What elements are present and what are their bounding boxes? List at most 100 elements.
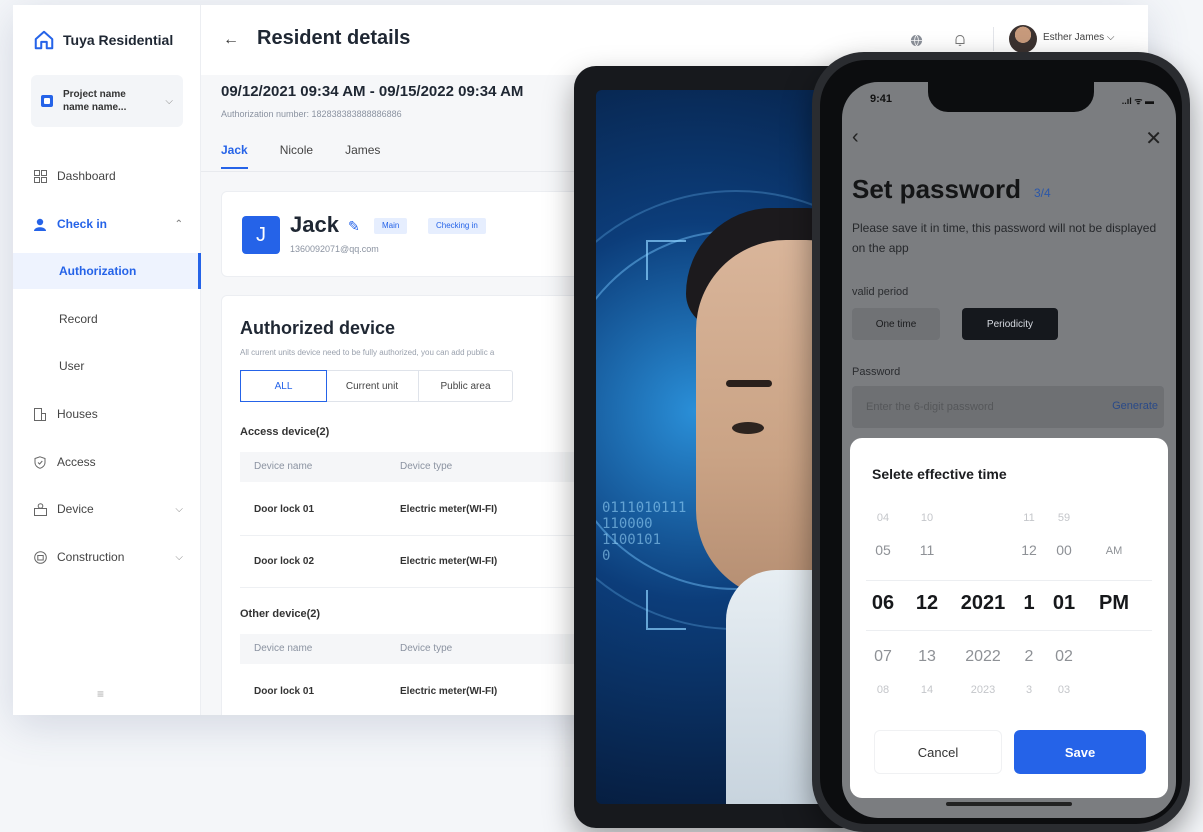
phone-device: 9:41 ..ıl ᯤ ▬ ‹ ✕ Set password 3/4 Pleas… [812,52,1190,832]
chevron-down-icon: ⌵ [175,503,183,515]
globe-icon[interactable] [907,31,925,49]
picker-value[interactable]: 00 [1046,542,1082,558]
brand[interactable]: Tuya Residential [33,29,173,51]
picker-value[interactable]: 02 [1046,648,1082,666]
sidebar-item-label: Access [57,455,96,469]
section-title: Authorized device [240,318,396,338]
device-filter: ALL Current unit Public area [240,370,513,402]
picker-selected-hour[interactable]: 06 [866,592,900,615]
tab-jack[interactable]: Jack [221,143,248,169]
picker-selected-minute[interactable]: 01 [1046,592,1082,615]
picker-selection-line [866,630,1152,631]
picker-value[interactable]: 13 [912,648,942,666]
picker-value[interactable]: 3 [1014,684,1044,696]
chevron-up-icon: ⌃ [174,218,183,230]
picker-value[interactable]: 07 [868,648,898,666]
back-arrow-icon[interactable]: ← [223,31,239,49]
shield-icon [33,455,47,469]
avatar[interactable] [1009,25,1037,53]
picker-selected-hour[interactable]: 1 [1012,592,1046,615]
one-time-button[interactable]: One time [852,308,940,340]
picker-value[interactable]: AM [1090,545,1138,557]
scan-bracket [646,590,686,630]
section-subtitle: All current units device need to be full… [240,348,495,357]
home-logo-icon [34,30,54,50]
picker-value[interactable]: 2023 [954,684,1012,696]
user-icon [33,217,47,231]
chevron-down-icon: ⌵ [175,551,183,563]
picker-value[interactable]: 11 [1014,512,1044,524]
sidebar-item-check-in[interactable]: Check in ⌃ [33,217,183,231]
phone-bezel: 9:41 ..ıl ᯤ ▬ ‹ ✕ Set password 3/4 Pleas… [820,60,1182,824]
filter-public-area[interactable]: Public area [419,371,512,401]
user-name[interactable]: Esther James ⌵ [1043,32,1115,43]
picker-value[interactable]: 05 [868,542,898,558]
picker-value[interactable]: 10 [912,512,942,524]
project-selector[interactable]: Project name name name... ⌵ [31,75,183,127]
filter-current-unit[interactable]: Current unit [326,371,419,401]
back-icon[interactable]: ‹ [852,126,859,149]
chevron-down-icon: ⌵ [165,95,173,107]
sidebar-subitem-user[interactable]: User [13,348,201,384]
password-label: Password [852,366,901,378]
device-name: Door lock 02 [254,556,315,567]
periodicity-button[interactable]: Periodicity [962,308,1058,340]
cancel-button[interactable]: Cancel [874,730,1002,774]
picker-selected-ampm[interactable]: PM [1090,592,1138,615]
picker-value[interactable]: 03 [1046,684,1082,696]
sidebar-item-label: Houses [57,407,98,421]
sidebar-item-label: Construction [57,550,125,564]
face-image [726,380,772,387]
home-indicator [946,802,1072,806]
sidebar-item-label: Device [57,502,94,516]
sidebar-subitem-authorization[interactable]: Authorization [13,253,201,289]
edit-pencil-icon[interactable]: ✎ [348,218,360,235]
binary-line: 0111010111 [602,500,687,516]
sidebar-item-device[interactable]: Device ⌵ [33,502,183,516]
tab-nicole[interactable]: Nicole [280,143,313,169]
status-time: 9:41 [870,93,893,105]
access-device-title: Access device(2) [240,426,330,438]
resident-email: 1360092071@qq.com [290,244,379,254]
scan-bracket [646,240,686,280]
picker-value[interactable]: 08 [868,684,898,696]
picker-value[interactable]: 04 [868,512,898,524]
brand-name: Tuya Residential [63,32,174,48]
picker-value[interactable]: 2022 [954,648,1012,666]
grid-icon [33,169,47,183]
picker-value[interactable]: 12 [1014,542,1044,558]
sidebar-item-access[interactable]: Access [33,455,183,469]
close-icon[interactable]: ✕ [1145,126,1162,151]
picker-value[interactable]: 14 [912,684,942,696]
collapse-menu-icon[interactable]: ≡ [97,687,104,701]
main-tag: Main [374,218,408,234]
picker-value[interactable]: 2 [1014,648,1044,666]
other-device-title: Other device(2) [240,608,321,620]
sidebar-item-construction[interactable]: Construction ⌵ [33,550,183,564]
resident-tabs: Jack Nicole James [221,143,380,169]
device-type: Electric meter(WI-FI) [400,504,498,515]
bell-icon[interactable] [951,31,969,49]
tab-james[interactable]: James [345,143,380,169]
sidebar-item-houses[interactable]: Houses [33,407,183,421]
sidebar-subitem-record[interactable]: Record [13,301,201,337]
picker-selected-day[interactable]: 12 [910,592,944,615]
page-title: Resident details [257,27,411,49]
sidebar-item-dashboard[interactable]: Dashboard [33,169,183,183]
project-name: Project name [63,89,126,100]
save-button[interactable]: Save [1014,730,1146,774]
device-type: Electric meter(WI-FI) [400,556,498,567]
generate-link[interactable]: Generate [1112,400,1158,412]
filter-all[interactable]: ALL [240,370,327,402]
sidebar-item-label: Dashboard [57,169,116,183]
device-name: Door lock 01 [254,504,315,515]
picker-selection-line [866,580,1152,581]
user-name-text: Esther James [1043,32,1105,43]
project-icon [41,95,53,107]
construction-icon [33,550,47,564]
picker-value[interactable]: 59 [1046,512,1082,524]
resident-name: Jack [290,212,339,237]
picker-selected-year[interactable]: 2021 [950,592,1016,615]
face-recognition-screen: 0111010111 110000 1100101 0 [596,90,846,804]
picker-value[interactable]: 11 [912,542,942,558]
